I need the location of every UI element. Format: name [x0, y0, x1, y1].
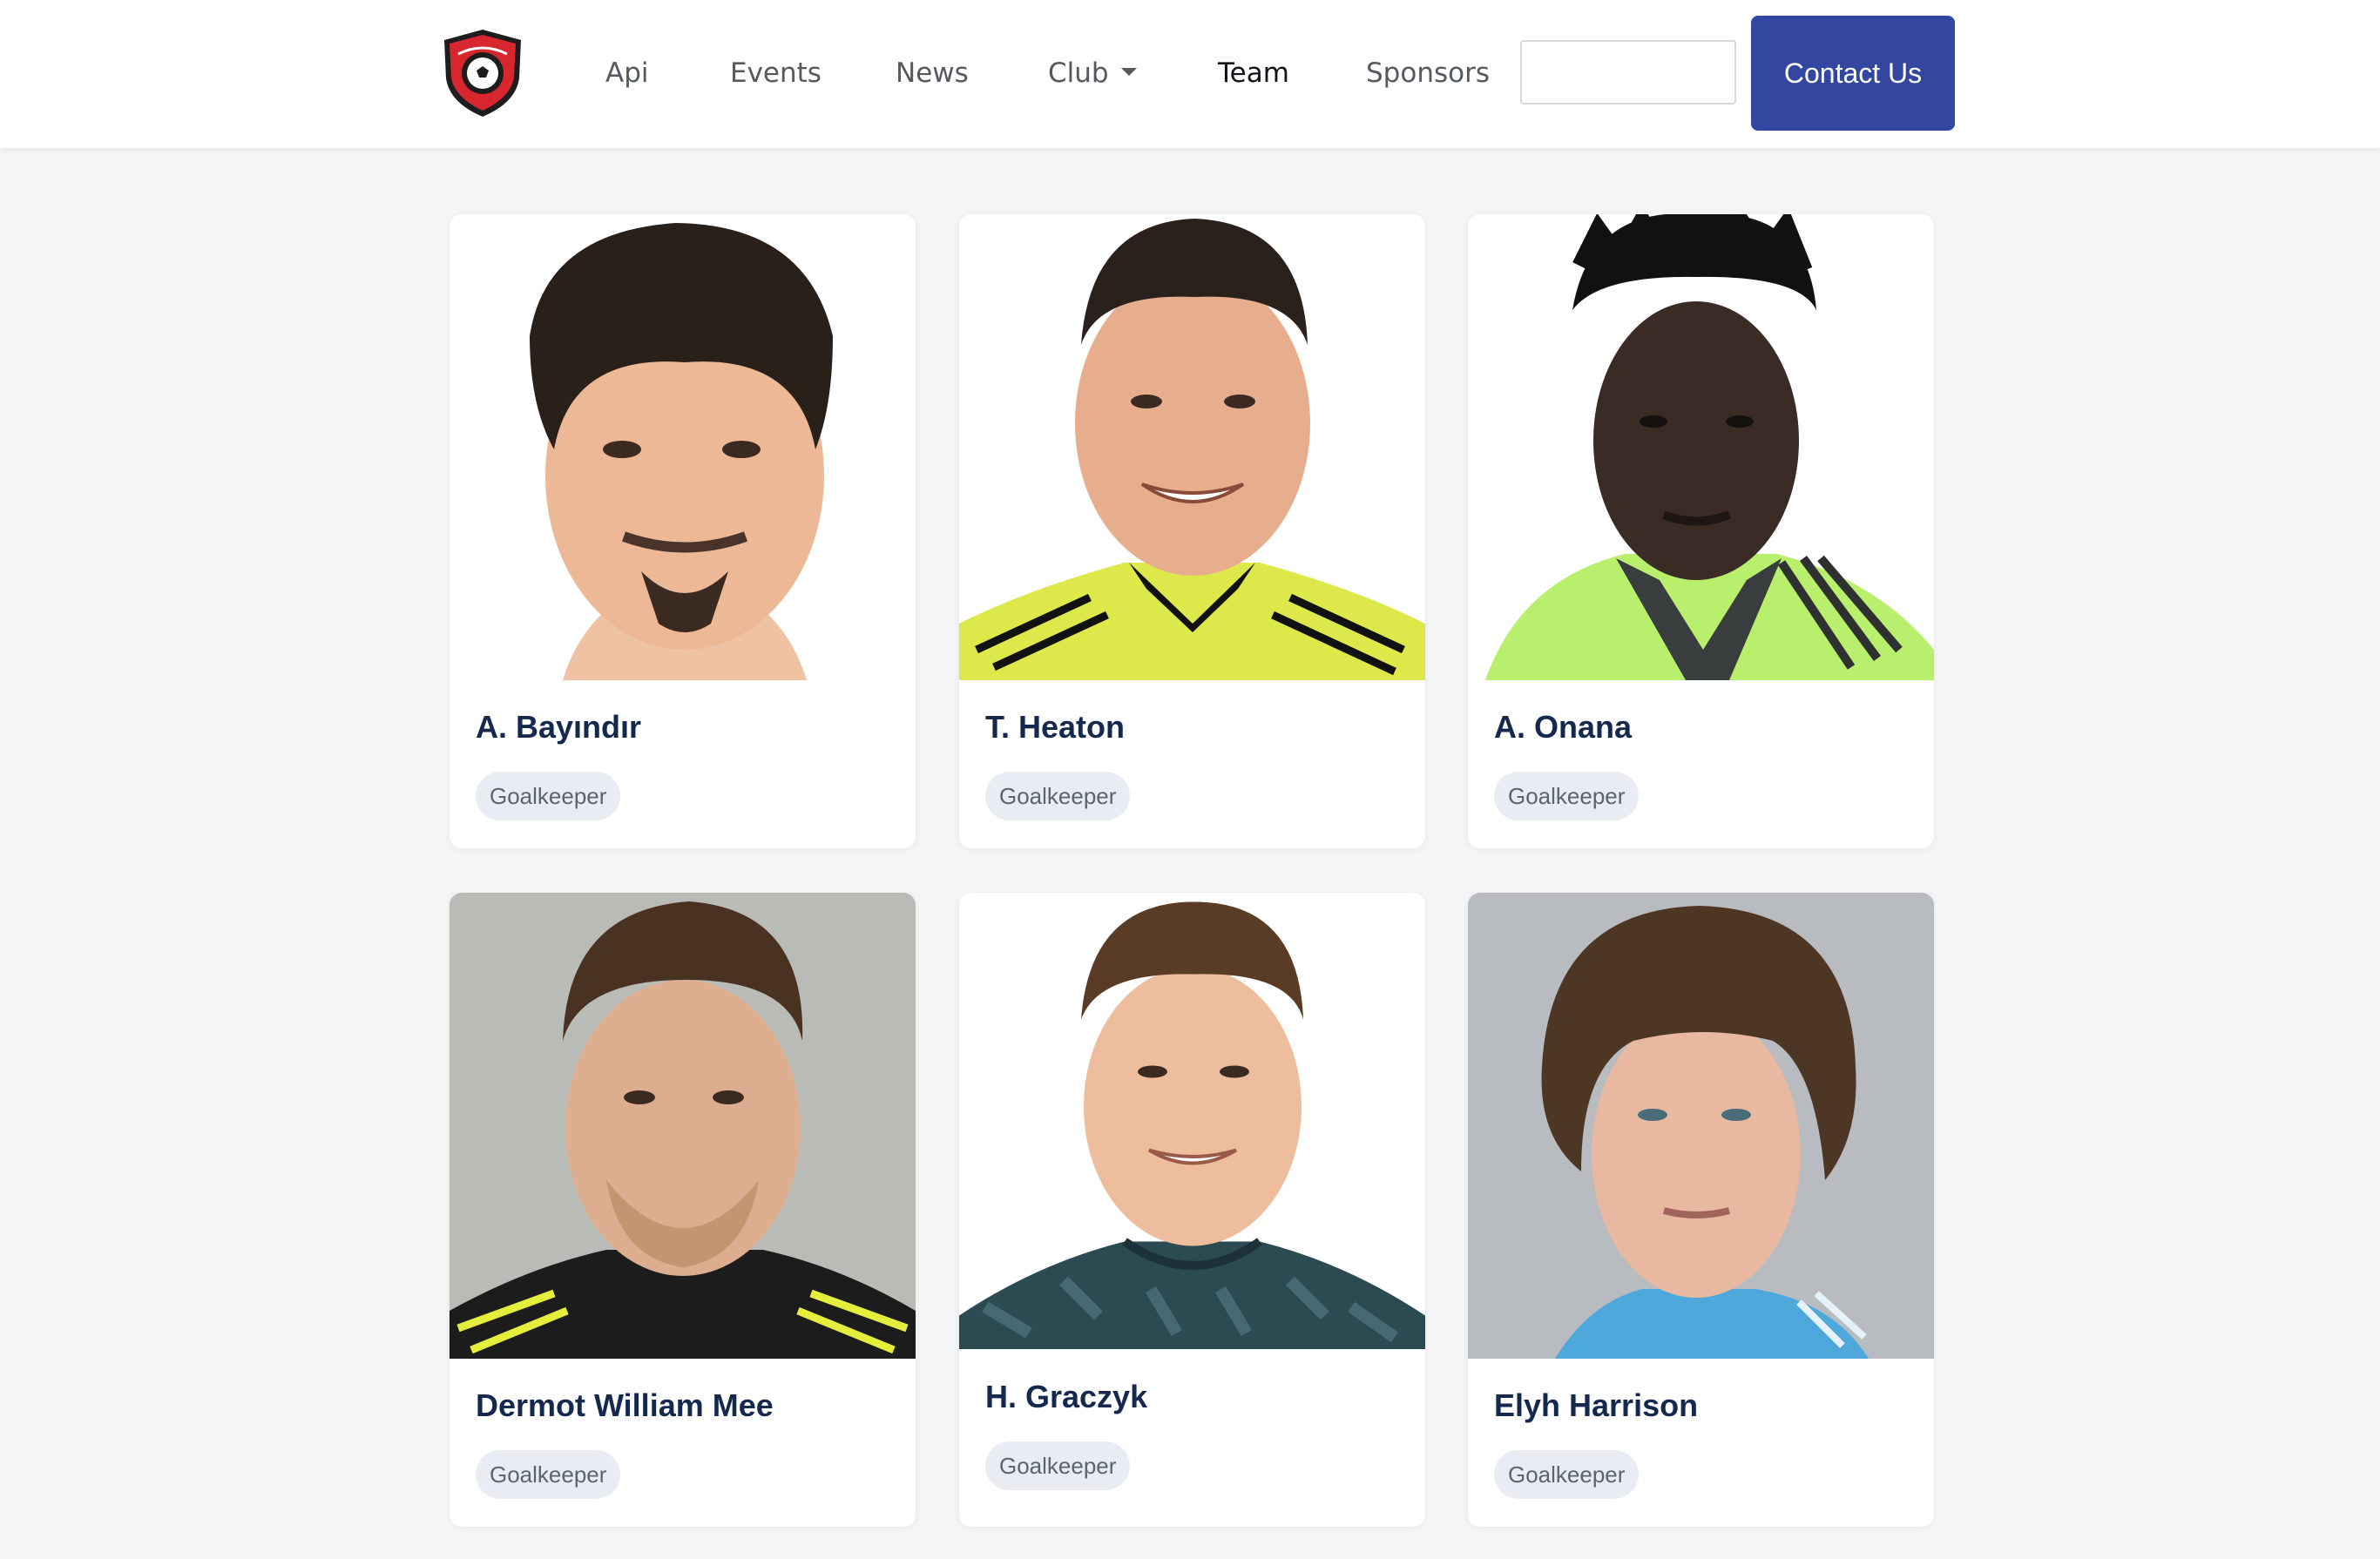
position-badge: Goalkeeper [1494, 772, 1640, 820]
nav-link-events[interactable]: Events [730, 54, 822, 92]
player-name: H. Graczyk [985, 1379, 1148, 1414]
player-photo [450, 893, 916, 1359]
player-card[interactable]: Dermot William Mee Goalkeeper [450, 893, 916, 1527]
caret-down-icon [1120, 68, 1137, 76]
position-badge: Goalkeeper [1494, 1450, 1640, 1499]
player-name: Dermot William Mee [476, 1387, 774, 1423]
player-name: A. Bayındır [476, 709, 642, 745]
position-badge: Goalkeeper [476, 772, 621, 820]
top-navbar: Api Events News Club Team Sponsors Conta… [0, 0, 2380, 148]
player-card[interactable]: Elyh Harrison Goalkeeper [1468, 893, 1934, 1527]
position-badge: Goalkeeper [985, 1441, 1131, 1490]
nav-link-news[interactable]: News [896, 54, 969, 92]
nav-link-api[interactable]: Api [605, 54, 649, 92]
position-badge: Goalkeeper [985, 772, 1131, 820]
position-badge: Goalkeeper [476, 1450, 621, 1499]
nav-link-team[interactable]: Team [1218, 54, 1289, 92]
player-name: Elyh Harrison [1494, 1387, 1699, 1423]
player-card[interactable]: H. Graczyk Goalkeeper [959, 893, 1425, 1527]
player-photo [450, 214, 916, 680]
player-name: T. Heaton [985, 709, 1126, 745]
player-photo [1468, 214, 1934, 680]
nav-dropdown-club[interactable]: Club [1048, 54, 1137, 92]
player-card[interactable]: A. Onana Goalkeeper [1468, 214, 1934, 848]
nav-link-club-label: Club [1048, 57, 1109, 89]
search-input[interactable] [1520, 40, 1736, 105]
player-photo [959, 214, 1425, 680]
player-card[interactable]: T. Heaton Goalkeeper [959, 214, 1425, 848]
nav-link-sponsors[interactable]: Sponsors [1366, 54, 1490, 92]
player-photo [1468, 893, 1934, 1359]
player-name: A. Onana [1494, 709, 1633, 745]
club-crest-logo[interactable] [439, 28, 526, 118]
player-card[interactable]: A. Bayındır Goalkeeper [450, 214, 916, 848]
contact-us-button[interactable]: Contact Us [1751, 16, 1955, 131]
player-photo [959, 893, 1425, 1349]
